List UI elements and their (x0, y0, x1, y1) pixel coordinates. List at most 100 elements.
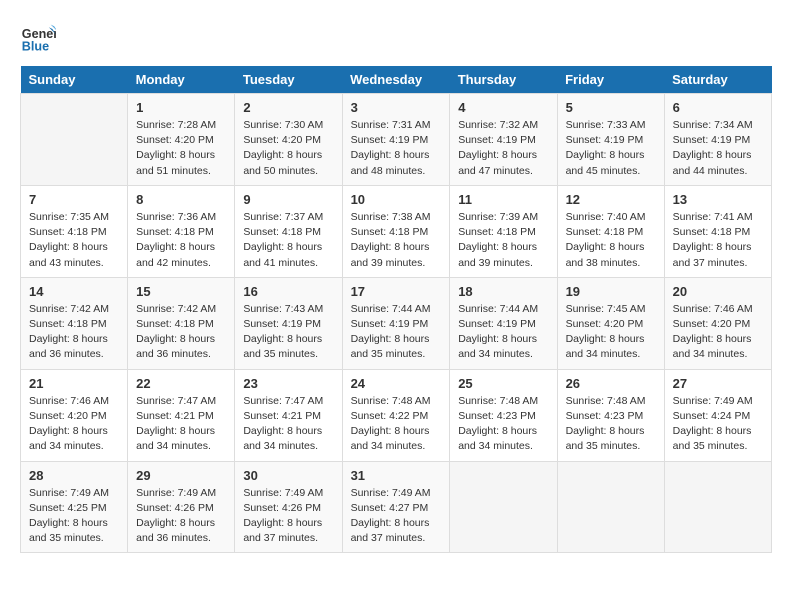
calendar-cell: 6 Sunrise: 7:34 AM Sunset: 4:19 PM Daylig… (664, 94, 771, 186)
calendar-cell: 12 Sunrise: 7:40 AM Sunset: 4:18 PM Dayli… (557, 185, 664, 277)
weekday-header: Friday (557, 66, 664, 94)
day-number: 27 (673, 376, 763, 391)
calendar-cell: 13 Sunrise: 7:41 AM Sunset: 4:18 PM Dayli… (664, 185, 771, 277)
day-info: Sunrise: 7:39 AM Sunset: 4:18 PM Dayligh… (458, 210, 548, 271)
day-info: Sunrise: 7:41 AM Sunset: 4:18 PM Dayligh… (673, 210, 763, 271)
calendar-cell: 31 Sunrise: 7:49 AM Sunset: 4:27 PM Dayli… (342, 461, 450, 553)
day-info: Sunrise: 7:34 AM Sunset: 4:19 PM Dayligh… (673, 118, 763, 179)
calendar-week-row: 1Sunrise: 7:28 AM Sunset: 4:20 PM Daylig… (21, 94, 772, 186)
day-info: Sunrise: 7:33 AM Sunset: 4:19 PM Dayligh… (566, 118, 656, 179)
day-number: 5 (566, 100, 656, 115)
logo: General Blue (20, 20, 60, 56)
day-number: 15 (136, 284, 226, 299)
calendar-cell: 29 Sunrise: 7:49 AM Sunset: 4:26 PM Dayli… (128, 461, 235, 553)
day-info: Sunrise: 7:46 AM Sunset: 4:20 PM Dayligh… (29, 394, 119, 455)
day-info: Sunrise: 7:48 AM Sunset: 4:23 PM Dayligh… (458, 394, 548, 455)
day-number: 30 (243, 468, 333, 483)
day-info: Sunrise: 7:49 AM Sunset: 4:27 PM Dayligh… (351, 486, 442, 547)
day-info: Sunrise: 7:47 AM Sunset: 4:21 PM Dayligh… (243, 394, 333, 455)
day-info: Sunrise: 7:42 AM Sunset: 4:18 PM Dayligh… (136, 302, 226, 363)
day-info: Sunrise: 7:47 AM Sunset: 4:21 PM Dayligh… (136, 394, 226, 455)
day-number: 6 (673, 100, 763, 115)
day-info: Sunrise: 7:42 AM Sunset: 4:18 PM Dayligh… (29, 302, 119, 363)
calendar-cell: 11 Sunrise: 7:39 AM Sunset: 4:18 PM Dayli… (450, 185, 557, 277)
day-info: Sunrise: 7:49 AM Sunset: 4:26 PM Dayligh… (136, 486, 226, 547)
calendar-cell: 24Sunrise: 7:48 AM Sunset: 4:22 PM Dayli… (342, 369, 450, 461)
calendar-cell: 10 Sunrise: 7:38 AM Sunset: 4:18 PM Dayli… (342, 185, 450, 277)
day-number: 23 (243, 376, 333, 391)
calendar-cell: 9 Sunrise: 7:37 AM Sunset: 4:18 PM Daylig… (235, 185, 342, 277)
calendar-header: SundayMondayTuesdayWednesdayThursdayFrid… (21, 66, 772, 94)
page-header: General Blue (20, 20, 772, 56)
day-number: 2 (243, 100, 333, 115)
day-number: 18 (458, 284, 548, 299)
calendar-cell: 22 Sunrise: 7:47 AM Sunset: 4:21 PM Dayli… (128, 369, 235, 461)
day-info: Sunrise: 7:37 AM Sunset: 4:18 PM Dayligh… (243, 210, 333, 271)
day-info: Sunrise: 7:40 AM Sunset: 4:18 PM Dayligh… (566, 210, 656, 271)
day-number: 10 (351, 192, 442, 207)
calendar-cell: 3Sunrise: 7:31 AM Sunset: 4:19 PM Daylig… (342, 94, 450, 186)
calendar-cell: 15 Sunrise: 7:42 AM Sunset: 4:18 PM Dayli… (128, 277, 235, 369)
day-number: 16 (243, 284, 333, 299)
day-number: 20 (673, 284, 763, 299)
day-info: Sunrise: 7:45 AM Sunset: 4:20 PM Dayligh… (566, 302, 656, 363)
calendar-cell: 20 Sunrise: 7:46 AM Sunset: 4:20 PM Dayli… (664, 277, 771, 369)
calendar-cell: 25 Sunrise: 7:48 AM Sunset: 4:23 PM Dayli… (450, 369, 557, 461)
calendar-cell: 19 Sunrise: 7:45 AM Sunset: 4:20 PM Dayli… (557, 277, 664, 369)
day-number: 28 (29, 468, 119, 483)
calendar-cell: 30Sunrise: 7:49 AM Sunset: 4:26 PM Dayli… (235, 461, 342, 553)
day-number: 9 (243, 192, 333, 207)
day-number: 11 (458, 192, 548, 207)
calendar-cell: 27 Sunrise: 7:49 AM Sunset: 4:24 PM Dayli… (664, 369, 771, 461)
calendar-week-row: 7 Sunrise: 7:35 AM Sunset: 4:18 PM Daylig… (21, 185, 772, 277)
day-info: Sunrise: 7:46 AM Sunset: 4:20 PM Dayligh… (673, 302, 763, 363)
calendar-cell: 8Sunrise: 7:36 AM Sunset: 4:18 PM Daylig… (128, 185, 235, 277)
day-info: Sunrise: 7:38 AM Sunset: 4:18 PM Dayligh… (351, 210, 442, 271)
day-info: Sunrise: 7:30 AM Sunset: 4:20 PM Dayligh… (243, 118, 333, 179)
day-number: 31 (351, 468, 442, 483)
day-info: Sunrise: 7:48 AM Sunset: 4:23 PM Dayligh… (566, 394, 656, 455)
calendar-body: 1Sunrise: 7:28 AM Sunset: 4:20 PM Daylig… (21, 94, 772, 553)
day-number: 29 (136, 468, 226, 483)
calendar-cell: 17 Sunrise: 7:44 AM Sunset: 4:19 PM Dayli… (342, 277, 450, 369)
day-number: 14 (29, 284, 119, 299)
calendar-cell: 21 Sunrise: 7:46 AM Sunset: 4:20 PM Dayli… (21, 369, 128, 461)
day-info: Sunrise: 7:48 AM Sunset: 4:22 PM Dayligh… (351, 394, 442, 455)
calendar-cell: 5 Sunrise: 7:33 AM Sunset: 4:19 PM Daylig… (557, 94, 664, 186)
day-number: 26 (566, 376, 656, 391)
calendar-cell: 28Sunrise: 7:49 AM Sunset: 4:25 PM Dayli… (21, 461, 128, 553)
day-number: 12 (566, 192, 656, 207)
calendar-cell (664, 461, 771, 553)
day-number: 19 (566, 284, 656, 299)
calendar-cell (21, 94, 128, 186)
calendar-week-row: 14 Sunrise: 7:42 AM Sunset: 4:18 PM Dayli… (21, 277, 772, 369)
day-info: Sunrise: 7:32 AM Sunset: 4:19 PM Dayligh… (458, 118, 548, 179)
day-info: Sunrise: 7:35 AM Sunset: 4:18 PM Dayligh… (29, 210, 119, 271)
weekday-header: Monday (128, 66, 235, 94)
day-info: Sunrise: 7:49 AM Sunset: 4:24 PM Dayligh… (673, 394, 763, 455)
calendar-cell: 4 Sunrise: 7:32 AM Sunset: 4:19 PM Daylig… (450, 94, 557, 186)
calendar-cell: 16Sunrise: 7:43 AM Sunset: 4:19 PM Dayli… (235, 277, 342, 369)
calendar-cell (450, 461, 557, 553)
day-number: 17 (351, 284, 442, 299)
day-number: 21 (29, 376, 119, 391)
day-number: 4 (458, 100, 548, 115)
day-info: Sunrise: 7:44 AM Sunset: 4:19 PM Dayligh… (351, 302, 442, 363)
weekday-header: Thursday (450, 66, 557, 94)
day-number: 25 (458, 376, 548, 391)
day-number: 13 (673, 192, 763, 207)
day-number: 22 (136, 376, 226, 391)
day-info: Sunrise: 7:44 AM Sunset: 4:19 PM Dayligh… (458, 302, 548, 363)
weekday-header: Wednesday (342, 66, 450, 94)
calendar-cell: 18 Sunrise: 7:44 AM Sunset: 4:19 PM Dayli… (450, 277, 557, 369)
calendar-cell: 2 Sunrise: 7:30 AM Sunset: 4:20 PM Daylig… (235, 94, 342, 186)
calendar-week-row: 21 Sunrise: 7:46 AM Sunset: 4:20 PM Dayli… (21, 369, 772, 461)
calendar-cell: 14 Sunrise: 7:42 AM Sunset: 4:18 PM Dayli… (21, 277, 128, 369)
day-number: 3 (351, 100, 442, 115)
svg-text:Blue: Blue (22, 40, 49, 54)
calendar-cell (557, 461, 664, 553)
weekday-header: Tuesday (235, 66, 342, 94)
day-number: 7 (29, 192, 119, 207)
weekday-header: Saturday (664, 66, 771, 94)
day-number: 8 (136, 192, 226, 207)
